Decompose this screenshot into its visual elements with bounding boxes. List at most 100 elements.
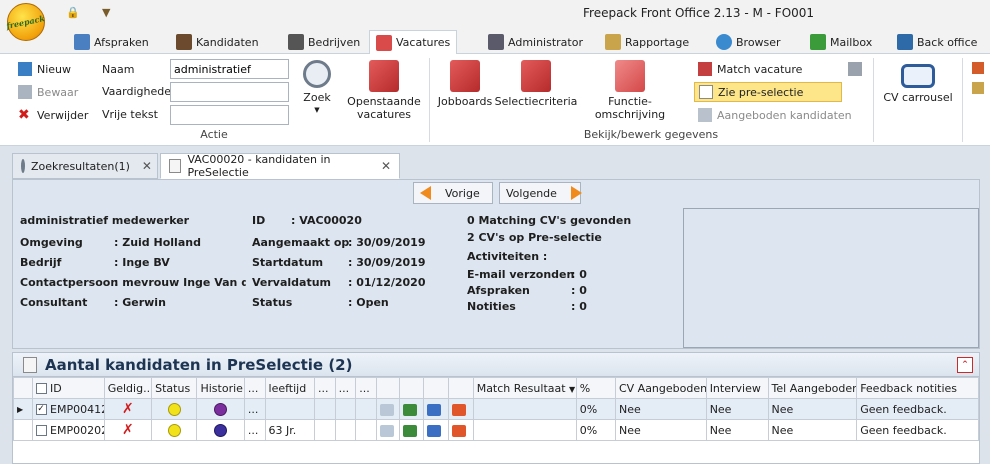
card-icon[interactable] [451,424,466,437]
percent-cell: 0% [575,419,616,441]
zie-preselectie-button[interactable]: Zie pre-selectie [694,82,842,102]
id-cell[interactable]: EMP00202 [31,419,105,441]
bewaar-button[interactable]: Bewaar [18,83,78,101]
vorige-button[interactable]: Vorige [413,182,493,204]
info-doc-icon[interactable] [427,424,442,437]
tab-administrator[interactable]: Administrator [482,30,589,54]
col-ellipsis-2[interactable]: ... [314,377,336,399]
tab-bedrijven[interactable]: Bedrijven [282,30,366,54]
notes-memo-box[interactable] [683,208,979,348]
close-icon[interactable]: ✕ [142,159,152,173]
card-action-cell[interactable] [447,398,474,420]
cv-carrousel-button[interactable]: CV carrousel [880,64,956,104]
tab-afspraken[interactable]: Afspraken [68,30,155,54]
invalid-x-icon: ✗ [122,422,134,438]
row-checkbox-checked[interactable]: ✓ [35,404,47,415]
tab-zoekresultaten[interactable]: Zoekresultaten(1) ✕ [12,153,158,179]
actie-group-label: Actie [200,128,228,141]
tab-vacatures[interactable]: Vacatures [369,30,458,55]
aangemaakt-label: Aangemaakt op [252,236,350,249]
col-id[interactable]: ID [31,377,105,399]
feedback-cell: Geen feedback. [856,419,979,441]
col-ellipsis-4[interactable]: ... [355,377,377,399]
vaardigheden-label: Vaardigheden [102,85,178,98]
button-label: CV carrousel [883,91,953,104]
zoek-button[interactable]: Zoek ▼ [300,60,334,117]
tab-back-office[interactable]: Back office [891,30,983,54]
tab-mailbox[interactable]: Mailbox [804,30,878,54]
id-cell[interactable]: ✓ EMP00412 [31,398,105,420]
tab-label: Bedrijven [308,35,361,49]
info-action-cell[interactable] [423,419,449,441]
person-action-cell[interactable] [398,419,425,441]
button-label: Verwijder [37,108,89,122]
person-action-cell[interactable] [398,398,425,420]
close-icon[interactable]: ✕ [381,159,391,173]
pin-icon[interactable] [848,62,862,76]
col-match-resultaat[interactable]: Match Resultaat ▼ [472,377,577,399]
col-ellipsis-1[interactable]: ... [243,377,266,399]
verwijder-button[interactable]: ✖ Verwijder [18,106,88,124]
col-geldig[interactable]: Geldig... [103,377,153,399]
candidates-table: ID Geldig... Status Historie ... leeftij… [13,377,979,441]
col-ellipsis-3[interactable]: ... [334,377,357,399]
tab-label: VAC00020 - kandidaten in PreSelectie [187,153,331,179]
select-all-checkbox[interactable] [35,383,47,394]
nieuw-button[interactable]: Nieuw [18,60,71,78]
table-row[interactable]: EMP00202 ✗ ... 63 Jr. 0% Nee Nee Nee Gee… [13,419,979,441]
collapse-icon[interactable]: ⌃ [957,357,973,373]
mail-icon[interactable] [379,424,394,437]
person-icon[interactable] [402,424,417,437]
volgende-button[interactable]: Volgende [499,182,582,204]
quick-access-dropdown-icon[interactable]: ▼ [102,6,116,19]
col-leeftijd[interactable]: leeftijd [264,377,316,399]
functie-omschrijving-button[interactable]: Functie-omschrijving [580,60,680,121]
row-checkbox[interactable] [35,425,47,436]
col-icon-2[interactable] [398,377,425,399]
col-interview[interactable]: Interview [705,377,769,399]
col-icon-3[interactable] [423,377,449,399]
card-action-cell[interactable] [447,419,474,441]
tab-rapportage[interactable]: Rapportage [599,30,695,54]
afspraken-label: Afspraken [467,284,530,297]
quick-save-icon[interactable]: 🔒 [66,6,80,19]
empty-cell [314,398,336,420]
naam-input[interactable] [170,59,289,79]
mail-icon[interactable] [379,403,394,416]
tab-label: Administrator [508,35,583,49]
selectiecriteria-button[interactable]: Selectiecriteria [495,60,577,108]
button-label: Match vacature [717,62,803,76]
historie-cell [196,398,245,420]
col-percent[interactable]: % [575,377,616,399]
dropdown-arrow-icon: ▼ [314,106,320,114]
table-row[interactable]: ▶ ✓ EMP00412 ✗ ... 0% Nee Nee Nee Geen f… [13,398,979,420]
mail-action-cell[interactable] [375,419,400,441]
col-icon-4[interactable] [447,377,474,399]
col-historie[interactable]: Historie [196,377,245,399]
col-tel-aangeboden[interactable]: Tel Aangeboden [767,377,858,399]
info-action-cell[interactable] [423,398,449,420]
card-icon[interactable] [451,403,466,416]
col-cv-aangeboden[interactable]: CV Aangeboden [614,377,707,399]
aangeboden-kandidaten-button[interactable]: Aangeboden kandidaten [698,106,852,124]
openstaande-vacatures-button[interactable]: Openstaande vacatures [346,60,422,121]
button-label: Functie-omschrijving [594,95,666,121]
tab-kandidaten[interactable]: Kandidaten [170,30,265,54]
col-status[interactable]: Status [151,377,198,399]
col-feedback[interactable]: Feedback notities [856,377,979,399]
match-vacature-button[interactable]: Match vacature [698,60,802,78]
mail-action-cell[interactable] [375,398,400,420]
vaardigheden-input[interactable] [170,82,289,102]
folder-icon [376,34,392,51]
info-doc-icon[interactable] [427,403,442,416]
tab-vac00020-preselectie[interactable]: VAC00020 - kandidaten in PreSelectie ✕ [160,153,400,179]
vrije-tekst-input[interactable] [170,105,289,125]
aangemaakt-value: : 30/09/2019 [348,236,426,249]
jobboards-button[interactable]: Jobboards [438,60,492,108]
col-icon-1[interactable] [375,377,400,399]
tab-browser[interactable]: Browser [710,30,787,54]
person-icon[interactable] [402,403,417,416]
extra-tool-icon[interactable] [972,62,984,74]
extra-tool-icon-2[interactable] [972,82,984,94]
app-logo[interactable]: freepack [6,3,46,41]
